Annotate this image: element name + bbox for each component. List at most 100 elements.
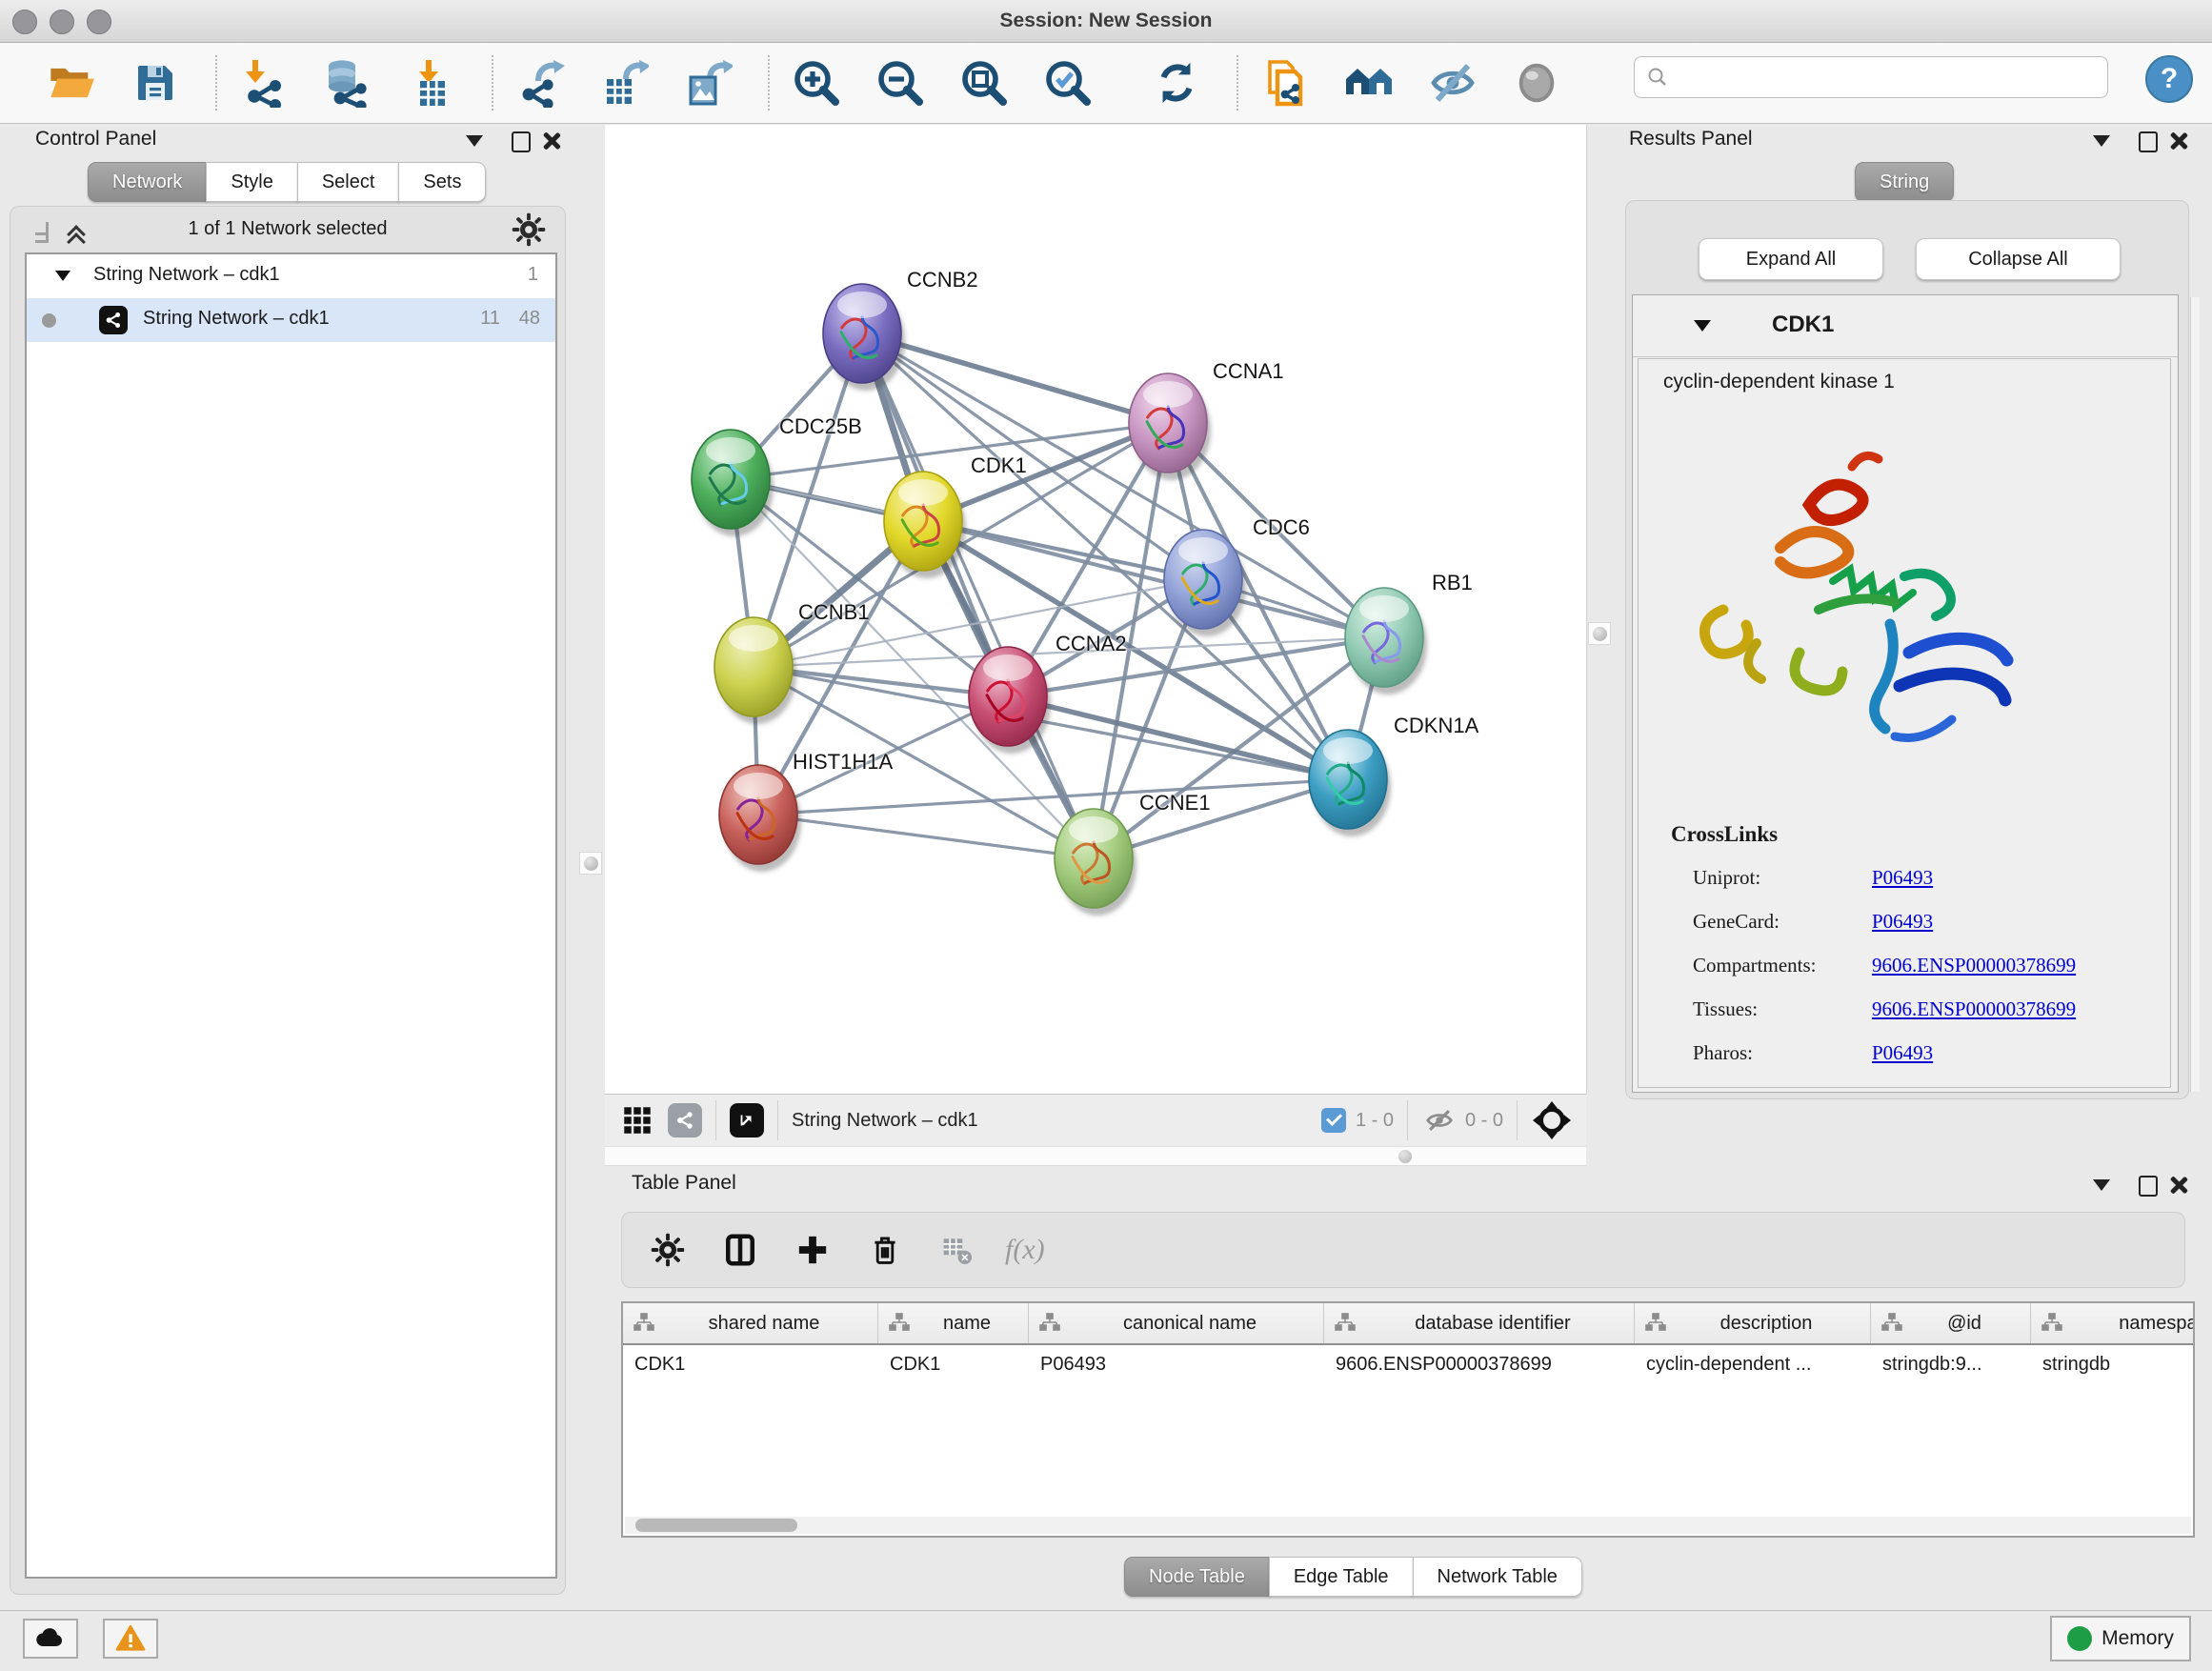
table-panel-close-icon[interactable] bbox=[2169, 1176, 2188, 1195]
table-cell[interactable]: 9606.ENSP00000378699 bbox=[1324, 1345, 1635, 1385]
column-header-sharedname[interactable]: shared name bbox=[623, 1303, 878, 1343]
show-columns-icon[interactable] bbox=[715, 1225, 765, 1275]
network-node-CDKN1A[interactable] bbox=[1309, 730, 1391, 836]
zoom-out-icon[interactable] bbox=[871, 53, 930, 112]
open-session-icon[interactable] bbox=[42, 53, 101, 112]
hidden-items-eye-icon[interactable] bbox=[1421, 1102, 1458, 1138]
network-row[interactable]: String Network – cdk1 11 48 bbox=[27, 298, 555, 342]
tab-edge-table[interactable]: Edge Table bbox=[1269, 1557, 1414, 1597]
results-panel-float-icon[interactable] bbox=[2139, 131, 2158, 152]
table-row[interactable]: CDK1CDK1P064939606.ENSP00000378699cyclin… bbox=[623, 1345, 2193, 1385]
network-node-CDK1[interactable] bbox=[884, 472, 966, 578]
selected-nodes-checkbox[interactable] bbox=[1321, 1108, 1346, 1133]
control-panel-collapse-icon[interactable] bbox=[466, 135, 483, 147]
tab-network[interactable]: Network bbox=[88, 162, 207, 202]
network-canvas[interactable]: CCNB2CCNA1CDC25BCDK1CDC6RB1CCNB1CCNA2CDK… bbox=[605, 125, 1587, 1094]
export-network-icon[interactable] bbox=[511, 53, 570, 112]
zoom-in-icon[interactable] bbox=[787, 53, 846, 112]
column-header-name[interactable]: name bbox=[878, 1303, 1029, 1343]
fit-selected-crosshair-icon[interactable] bbox=[1531, 1099, 1573, 1141]
import-network-from-file-icon[interactable] bbox=[234, 53, 293, 112]
string-view-icon[interactable] bbox=[668, 1103, 702, 1137]
help-icon[interactable]: ? bbox=[2145, 55, 2193, 103]
table-options-gear-icon[interactable] bbox=[643, 1225, 693, 1275]
tab-node-table[interactable]: Node Table bbox=[1124, 1557, 1270, 1597]
network-node-CCNA1[interactable] bbox=[1129, 373, 1211, 480]
network-node-CCNA2[interactable] bbox=[969, 647, 1051, 754]
results-panel-close-icon[interactable] bbox=[2169, 131, 2188, 151]
search-input[interactable] bbox=[1669, 66, 2107, 90]
tab-select[interactable]: Select bbox=[297, 162, 400, 202]
tab-string[interactable]: String bbox=[1855, 162, 1954, 202]
expand-all-button[interactable]: Expand All bbox=[1699, 238, 1883, 280]
network-node-RB1[interactable] bbox=[1345, 588, 1427, 695]
tab-network-table[interactable]: Network Table bbox=[1413, 1557, 1582, 1597]
table-panel-collapse-icon[interactable] bbox=[2093, 1179, 2110, 1191]
table-cell[interactable]: stringdb bbox=[2031, 1345, 2195, 1385]
protein-collapse-icon[interactable] bbox=[1694, 320, 1711, 332]
crosslink-value-link[interactable]: 9606.ENSP00000378699 bbox=[1872, 997, 2076, 1021]
network-node-CCNE1[interactable] bbox=[1055, 809, 1136, 916]
crosslink-value-link[interactable]: P06493 bbox=[1872, 910, 1933, 934]
table-cell[interactable]: CDK1 bbox=[623, 1345, 878, 1385]
zoom-selected-icon[interactable] bbox=[1038, 53, 1097, 112]
crosslink-value-link[interactable]: 9606.ENSP00000378699 bbox=[1872, 954, 2076, 977]
column-header-databaseidentifier[interactable]: database identifier bbox=[1324, 1303, 1635, 1343]
show-all-icon[interactable] bbox=[1507, 53, 1566, 112]
network-node-CCNB1[interactable] bbox=[714, 617, 796, 724]
warnings-button[interactable] bbox=[103, 1619, 158, 1659]
column-header-description[interactable]: description bbox=[1635, 1303, 1871, 1343]
network-edge[interactable] bbox=[862, 333, 1094, 858]
table-cell[interactable]: P06493 bbox=[1029, 1345, 1324, 1385]
crosslink-value-link[interactable]: P06493 bbox=[1872, 866, 1933, 890]
left-splitter-handle[interactable] bbox=[579, 852, 602, 875]
table-panel-float-icon[interactable] bbox=[2139, 1176, 2158, 1197]
network-node-HIST1H1A[interactable] bbox=[719, 765, 801, 872]
collapse-all-button[interactable]: Collapse All bbox=[1916, 238, 2121, 280]
new-network-from-selection-icon[interactable] bbox=[1256, 53, 1315, 112]
crosslink-value-link[interactable]: P06493 bbox=[1872, 1041, 1933, 1065]
first-neighbors-icon[interactable] bbox=[1339, 53, 1398, 112]
hide-selected-icon[interactable] bbox=[1423, 53, 1482, 112]
table-cell[interactable]: CDK1 bbox=[878, 1345, 1029, 1385]
network-node-CCNB2[interactable] bbox=[823, 284, 905, 391]
tab-style[interactable]: Style bbox=[206, 162, 297, 202]
table-cell[interactable]: stringdb:9... bbox=[1871, 1345, 2031, 1385]
right-splitter-handle[interactable] bbox=[1588, 622, 1611, 645]
table-cell[interactable]: cyclin-dependent ... bbox=[1635, 1345, 1871, 1385]
birds-eye-view-icon[interactable] bbox=[618, 1101, 656, 1139]
network-edge[interactable] bbox=[758, 815, 1094, 858]
splitter-handle[interactable] bbox=[1398, 1150, 1412, 1163]
scrollbar-thumb[interactable] bbox=[635, 1519, 797, 1532]
delete-column-trash-icon[interactable] bbox=[860, 1225, 910, 1275]
horizontal-splitter[interactable] bbox=[605, 1146, 1586, 1166]
tab-sets[interactable]: Sets bbox=[398, 162, 486, 202]
import-network-from-database-icon[interactable] bbox=[318, 53, 377, 112]
network-options-gear-icon[interactable] bbox=[512, 212, 546, 252]
results-panel-collapse-icon[interactable] bbox=[2093, 135, 2110, 147]
table-horizontal-scrollbar[interactable] bbox=[625, 1517, 2191, 1534]
network-edge[interactable] bbox=[862, 333, 1168, 423]
column-header-id[interactable]: @id bbox=[1871, 1303, 2031, 1343]
add-column-icon[interactable] bbox=[788, 1225, 837, 1275]
protein-section-header[interactable]: CDK1 bbox=[1633, 295, 2178, 357]
collection-expand-icon[interactable] bbox=[55, 271, 70, 281]
node-label-CCNB1: CCNB1 bbox=[798, 600, 870, 625]
export-image-icon[interactable] bbox=[678, 53, 737, 112]
control-panel-float-icon[interactable] bbox=[512, 131, 531, 152]
network-collection-row[interactable]: String Network – cdk1 1 bbox=[27, 254, 555, 298]
memory-button[interactable]: Memory bbox=[2050, 1616, 2191, 1661]
crosslink-label: Uniprot: bbox=[1693, 866, 1760, 890]
open-in-browser-icon[interactable] bbox=[730, 1103, 764, 1137]
export-table-icon[interactable] bbox=[594, 53, 654, 112]
zoom-fit-icon[interactable] bbox=[955, 53, 1014, 112]
cloud-status-button[interactable] bbox=[23, 1619, 78, 1659]
save-session-icon[interactable] bbox=[126, 53, 185, 112]
refresh-view-icon[interactable] bbox=[1147, 53, 1206, 112]
control-panel-close-icon[interactable] bbox=[542, 131, 561, 151]
footer-separator bbox=[777, 1100, 778, 1140]
column-header-namespace[interactable]: namespace bbox=[2031, 1303, 2195, 1343]
results-scrollbar[interactable] bbox=[2190, 297, 2200, 1092]
column-header-canonicalname[interactable]: canonical name bbox=[1029, 1303, 1324, 1343]
import-table-from-file-icon[interactable] bbox=[402, 53, 461, 112]
